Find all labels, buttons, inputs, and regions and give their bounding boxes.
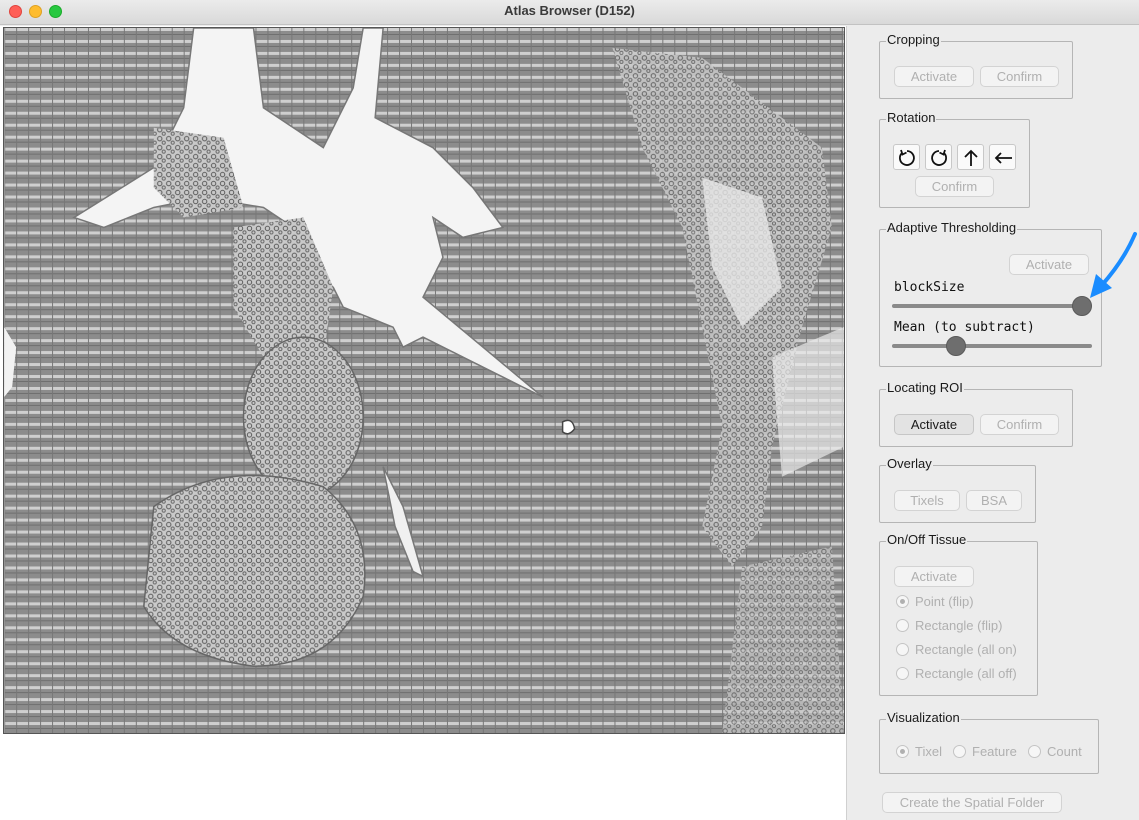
roi-activate-button[interactable]: Activate <box>894 414 974 435</box>
radio-button[interactable] <box>896 619 909 632</box>
rotate-cw-icon <box>931 149 947 166</box>
radio-point-flip[interactable]: Point (flip) <box>896 594 974 612</box>
locating-roi-group: Locating ROI Activate Confirm <box>879 380 1073 447</box>
mean-slider-knob[interactable] <box>946 336 966 356</box>
annotation-arrow-icon <box>1090 232 1137 298</box>
rotate-ccw-icon <box>899 149 915 166</box>
radio-label: Rectangle (flip) <box>915 618 1003 633</box>
onoff-tissue-title: On/Off Tissue <box>886 532 968 547</box>
cropping-activate-button[interactable]: Activate <box>894 66 974 87</box>
image-pane <box>0 26 847 820</box>
tissue-image[interactable] <box>3 27 845 734</box>
rotate-ccw-button[interactable] <box>893 144 920 170</box>
rotation-group: Rotation Confirm <box>879 110 1030 208</box>
radio-rectangle-all-on[interactable]: Rectangle (all on) <box>896 642 1017 660</box>
app-window: Atlas Browser (D152) Cropping Activate C… <box>0 0 1139 820</box>
radio-label: Count <box>1047 744 1082 759</box>
radio-rectangle-flip[interactable]: Rectangle (flip) <box>896 618 1002 636</box>
mean-label: Mean (to subtract) <box>894 320 1035 335</box>
flip-horizontal-button[interactable] <box>989 144 1016 170</box>
create-spatial-folder-button[interactable]: Create the Spatial Folder <box>882 792 1062 813</box>
onoff-activate-button[interactable]: Activate <box>894 566 974 587</box>
radio-button[interactable] <box>896 643 909 656</box>
onoff-tissue-group: On/Off Tissue Activate Point (flip) Rect… <box>879 532 1038 696</box>
rotation-title: Rotation <box>886 110 937 125</box>
visualization-group: Visualization Tixel Feature Count <box>879 710 1099 774</box>
radio-label: Tixel <box>915 744 942 759</box>
adaptive-thresholding-group: Adaptive Thresholding Activate blockSize… <box>879 220 1102 367</box>
blocksize-slider-track[interactable] <box>892 304 1092 308</box>
window-title: Atlas Browser (D152) <box>504 3 635 18</box>
cropping-confirm-button[interactable]: Confirm <box>980 66 1059 87</box>
radio-button[interactable] <box>896 745 909 758</box>
overlay-group: Overlay Tixels BSA <box>879 456 1036 523</box>
cropping-title: Cropping <box>886 32 941 47</box>
radio-feature[interactable]: Feature <box>953 744 1017 762</box>
radio-rectangle-all-off[interactable]: Rectangle (all off) <box>896 666 1017 684</box>
radio-label: Point (flip) <box>915 594 974 609</box>
bsa-button[interactable]: BSA <box>966 490 1022 511</box>
visualization-title: Visualization <box>886 710 961 725</box>
mean-slider-track[interactable] <box>892 344 1092 348</box>
title-bar: Atlas Browser (D152) <box>0 0 1139 25</box>
radio-button[interactable] <box>953 745 966 758</box>
flip-vertical-button[interactable] <box>957 144 984 170</box>
adaptive-thresholding-title: Adaptive Thresholding <box>886 220 1018 235</box>
radio-button[interactable] <box>896 667 909 680</box>
radio-label: Rectangle (all on) <box>915 642 1017 657</box>
radio-count[interactable]: Count <box>1028 744 1082 762</box>
roi-confirm-button[interactable]: Confirm <box>980 414 1059 435</box>
tixels-button[interactable]: Tixels <box>894 490 960 511</box>
rotate-cw-button[interactable] <box>925 144 952 170</box>
overlay-title: Overlay <box>886 456 933 471</box>
radio-tixel[interactable]: Tixel <box>896 744 942 762</box>
radio-button[interactable] <box>896 595 909 608</box>
rotation-confirm-button[interactable]: Confirm <box>915 176 994 197</box>
radio-label: Rectangle (all off) <box>915 666 1017 681</box>
radio-button[interactable] <box>1028 745 1041 758</box>
adaptive-activate-button[interactable]: Activate <box>1009 254 1089 275</box>
locating-roi-title: Locating ROI <box>886 380 964 395</box>
arrow-up-icon <box>964 149 978 166</box>
radio-label: Feature <box>972 744 1017 759</box>
blocksize-label: blockSize <box>894 280 965 295</box>
cropping-group: Cropping Activate Confirm <box>879 32 1073 99</box>
control-panel: Cropping Activate Confirm Rotation Confi… <box>848 26 1139 820</box>
arrow-left-icon <box>994 152 1012 164</box>
